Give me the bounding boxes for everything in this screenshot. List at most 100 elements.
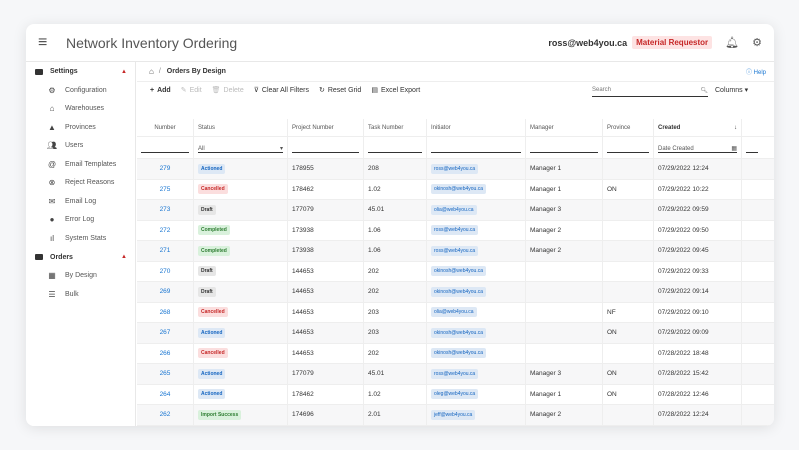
search-placeholder: Search [592, 87, 612, 93]
delete-button[interactable]: 🗑︎ Delete [212, 86, 244, 95]
sidebar: Settings ▲ ⚙ Configuration ⌂ Warehouses ▲ P… [26, 62, 136, 426]
project-number-cell: 144653 [288, 261, 364, 281]
table-row[interactable]: 261Actioned174374204r.ross@web4you.caMan… [137, 425, 774, 426]
search-input[interactable]: Search 🔍︎ [592, 84, 708, 97]
order-number-link[interactable]: 272 [160, 227, 171, 234]
sidebar-item-provinces[interactable]: ▲ Provinces [26, 118, 135, 137]
gear-icon[interactable]: ⚙ [752, 36, 762, 49]
sidebar-item-system-stats[interactable]: ıl System Stats [26, 229, 135, 248]
sidebar-item-by-design[interactable]: ▦ By Design [26, 267, 135, 286]
clear-filters-button[interactable]: ⊽ Clear All Filters [254, 86, 309, 95]
table-row[interactable]: 266 Cancelled 144653 202 okinosh@web4you.ca 0… [137, 343, 774, 364]
column-header[interactable]: Province [603, 119, 654, 136]
excel-export-button[interactable]: ▤ Excel Export [371, 86, 420, 95]
sidebar-group-orders[interactable]: Orders ▲ [26, 248, 135, 267]
column-header-label: Created [658, 124, 681, 131]
manager-cell [526, 282, 603, 302]
table-row[interactable]: 264 Actioned 178462 1.02 oleg@web4you.ca Mana… [137, 384, 774, 405]
table-row[interactable]: 271 Completed 173938 1.06 ross@web4you.ca Man… [137, 241, 774, 262]
order-number-link[interactable]: 264 [160, 391, 171, 398]
date-filter[interactable]: Date Created ▦ [654, 137, 742, 158]
task-number-cell: 202 [364, 261, 427, 281]
status-filter-select[interactable]: All ▾ [194, 137, 288, 158]
sidebar-item-warehouses[interactable]: ⌂ Warehouses [26, 100, 135, 119]
help-link[interactable]: ⓘ Help [746, 67, 766, 76]
users-icon: 👥︎ [46, 141, 58, 151]
table-row[interactable]: 275 Cancelled 178462 1.02 okinosh@web4you.ca… [137, 179, 774, 200]
list-icon: ☰ [48, 289, 56, 299]
sidebar-item-label: Email Log [65, 197, 97, 205]
task-number-cell: 45.01 [364, 200, 427, 220]
table-row[interactable]: 262 Import Success 174696 2.01 jeff@web4you.… [137, 405, 774, 426]
sidebar-item-label: Provinces [65, 123, 96, 131]
order-number-link[interactable]: 265 [160, 370, 171, 377]
extra-cell [742, 200, 762, 220]
sidebar-item-label: Email Templates [65, 160, 117, 168]
project-filter[interactable] [288, 137, 364, 158]
order-number-link[interactable]: 271 [160, 247, 171, 254]
sidebar-item-error-log[interactable]: ● Error Log [26, 211, 135, 230]
table-row[interactable]: 265 Actioned 177079 45.01 ross@web4you.ca Man… [137, 364, 774, 385]
sidebar-group-settings[interactable]: Settings ▲ [26, 62, 135, 81]
calendar-icon: ▦ [731, 146, 737, 152]
order-number-link[interactable]: 275 [160, 186, 171, 193]
order-number-link[interactable]: 269 [160, 288, 171, 295]
folder-icon [35, 68, 43, 75]
extra-cell [742, 241, 762, 261]
order-number-link[interactable]: 279 [160, 165, 171, 172]
sidebar-item-reject-reasons[interactable]: ⊗ Reject Reasons [26, 174, 135, 193]
province-cell [603, 200, 654, 220]
column-header[interactable]: Number [137, 119, 194, 136]
column-header[interactable]: Manager [526, 119, 603, 136]
top-bar: ≡ Network Inventory Ordering ross@web4yo… [26, 24, 774, 62]
add-button[interactable]: + Add [150, 87, 171, 94]
sidebar-item-bulk[interactable]: ☰ Bulk [26, 285, 135, 304]
column-header[interactable]: Status [194, 119, 288, 136]
sidebar-item-configuration[interactable]: ⚙ Configuration [26, 81, 135, 100]
table-row[interactable]: 273 Draft 177079 45.01 olia@web4you.ca Manage… [137, 200, 774, 221]
project-number-cell: 178955 [288, 159, 364, 179]
table-row[interactable]: 267 Actioned 144653 203 okinosh@web4you.ca ON… [137, 323, 774, 344]
created-cell: 07/29/2022 09:09 [654, 323, 742, 343]
user-email[interactable]: ross@web4you.ca [548, 38, 627, 48]
order-number-link[interactable]: 266 [160, 350, 171, 357]
home-icon[interactable]: ⌂ [149, 67, 154, 76]
column-header[interactable]: Task Number [364, 119, 427, 136]
extra-cell [742, 405, 762, 425]
edit-button[interactable]: ✎ Edit [181, 86, 202, 95]
status-badge: Cancelled [198, 348, 228, 359]
task-filter[interactable] [364, 137, 427, 158]
task-number-cell: 2.01 [364, 405, 427, 425]
number-filter[interactable] [137, 137, 194, 158]
column-header[interactable]: Initiator [427, 119, 526, 136]
columns-button[interactable]: Columns ▾ [715, 86, 748, 94]
role-badge: Material Requestor [632, 36, 713, 49]
folder-icon [35, 254, 43, 260]
column-header[interactable]: Project Number [288, 119, 364, 136]
extra-filter [742, 137, 762, 158]
menu-icon[interactable]: ≡ [38, 34, 60, 52]
order-number-link[interactable]: 273 [160, 206, 171, 213]
order-number-link[interactable]: 268 [160, 309, 171, 316]
order-number-link[interactable]: 262 [160, 411, 171, 418]
table-row[interactable]: 268 Cancelled 144653 203 olia@web4you.ca NF 07… [137, 302, 774, 323]
order-number-link[interactable]: 270 [160, 268, 171, 275]
initiator-filter[interactable] [427, 137, 526, 158]
table-row[interactable]: 270 Draft 144653 202 okinosh@web4you.ca 07/29… [137, 261, 774, 282]
column-header-created[interactable]: Created ↓ [654, 119, 742, 136]
sidebar-item-email-templates[interactable]: @ Email Templates [26, 155, 135, 174]
manager-filter[interactable] [526, 137, 603, 158]
province-filter[interactable] [603, 137, 654, 158]
reset-grid-button[interactable]: ↻ Reset Grid [319, 86, 361, 95]
bell-icon[interactable]: 🔔︎ [725, 36, 739, 49]
task-number-cell: 202 [364, 282, 427, 302]
table-row[interactable]: 272 Completed 173938 1.06 ross@web4you.ca Man… [137, 220, 774, 241]
sidebar-item-users[interactable]: 👥︎ Users [26, 137, 135, 156]
sidebar-item-email-log[interactable]: ✉ Email Log [26, 192, 135, 211]
order-number-link[interactable]: 267 [160, 329, 171, 336]
table-row[interactable]: 279 Actioned 178955 208 ross@web4you.ca Manag… [137, 159, 774, 180]
table-row[interactable]: 269 Draft 144653 202 okinosh@web4you.ca 07/29… [137, 282, 774, 303]
initiator-chip: ross@web4you.ca [431, 245, 479, 256]
warehouse-icon: ⌂ [49, 104, 55, 114]
breadcrumb: ⌂ / Orders By Design ⓘ Help [137, 62, 774, 82]
